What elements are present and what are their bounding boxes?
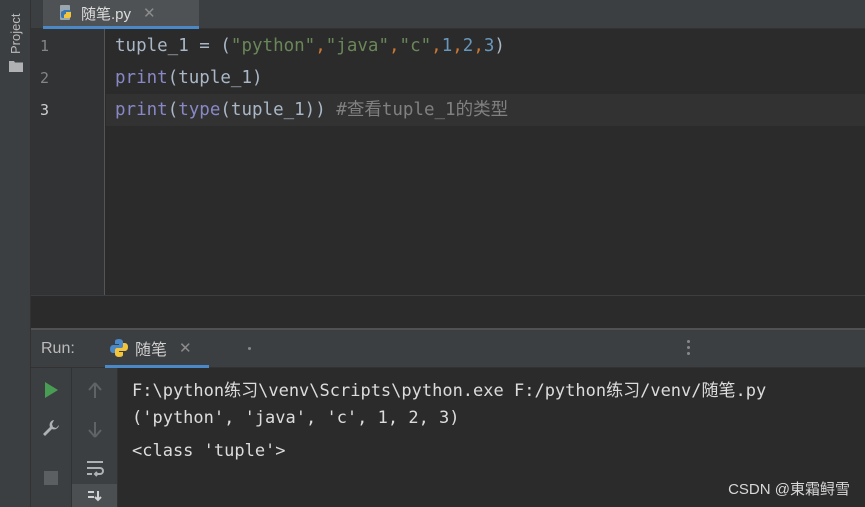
token-number: 2 <box>462 36 474 56</box>
token-string: "java" <box>325 36 389 56</box>
run-toolbar-secondary <box>72 368 118 507</box>
run-tab-close-icon[interactable]: ✕ <box>179 339 192 357</box>
project-tool-button[interactable]: Project <box>8 2 24 54</box>
token-string: "c" <box>399 36 432 56</box>
line-number-current: 3 <box>40 101 50 119</box>
code-editor[interactable]: 1 2 3 tuple_1 = ("python","java","c",1,2… <box>31 29 865 295</box>
token-builtin: type <box>178 100 221 120</box>
editor-tab-bar: 随笔.py ✕ <box>31 0 865 29</box>
options-dot <box>687 352 690 355</box>
arrow-down-icon <box>87 422 102 438</box>
soft-wrap-icon <box>86 461 104 477</box>
watermark-text: CSDN @東霜鲟雪 <box>728 481 850 498</box>
token-args: (tuple_1)) <box>220 100 326 120</box>
tab-close-icon[interactable]: ✕ <box>143 4 156 22</box>
code-line-3[interactable]: print(type(tuple_1)) #查看tuple_1的类型 <box>115 94 508 126</box>
line-number: 2 <box>40 69 50 87</box>
token-builtin: print <box>115 100 168 120</box>
token-comma: , <box>452 36 463 56</box>
soft-wrap-button[interactable] <box>72 450 117 486</box>
rerun-button[interactable] <box>31 372 71 408</box>
run-panel-header: Run: 随笔 ✕ <box>31 330 865 368</box>
console-line: F:\python练习\venv\Scripts\python.exe F:/p… <box>132 381 767 401</box>
token-comment: #查看tuple_1的类型 <box>325 100 509 120</box>
token-identifier: tuple_1 <box>115 36 189 56</box>
token-string: "python" <box>230 36 316 56</box>
python-icon <box>110 338 128 357</box>
token-comma: , <box>315 36 326 56</box>
console-line: ('python', 'java', 'c', 1, 2, 3) <box>132 408 460 428</box>
arrow-up-icon <box>87 382 102 398</box>
folder-icon[interactable] <box>9 60 23 72</box>
token-operator: = ( <box>188 36 231 56</box>
run-icon <box>45 382 58 398</box>
token-paren: ( <box>167 100 179 120</box>
tab-title: 随笔.py <box>81 5 132 23</box>
token-comma: , <box>431 36 442 56</box>
run-toolbar-primary <box>31 368 72 507</box>
code-line-1[interactable]: tuple_1 = ("python","java","c",1,2,3) <box>115 30 505 62</box>
token-number: 3 <box>483 36 495 56</box>
wrench-icon <box>43 420 59 436</box>
line-number-gutter: 1 2 3 <box>31 29 105 295</box>
options-dot <box>687 346 690 349</box>
stop-button[interactable] <box>31 460 71 496</box>
token-builtin: print <box>115 68 168 88</box>
token-comma: , <box>473 36 484 56</box>
scroll-to-end-button[interactable] <box>72 484 117 507</box>
next-occurrence-button[interactable] <box>72 412 117 448</box>
stop-icon <box>44 471 58 485</box>
settings-button[interactable] <box>31 410 71 446</box>
project-tool-strip: Project <box>0 0 31 507</box>
editor-bottom-area <box>31 295 865 328</box>
scroll-to-end-icon <box>87 490 102 501</box>
previous-occurrence-button[interactable] <box>72 372 117 408</box>
line-number: 1 <box>40 37 50 55</box>
token-number: 1 <box>441 36 453 56</box>
run-tab-suibi[interactable]: 随笔 ✕ <box>105 330 209 368</box>
python-file-icon <box>60 5 71 20</box>
run-tab-title: 随笔 <box>135 341 168 359</box>
token-paren: ) <box>494 36 505 56</box>
tab-suibi-py[interactable]: 随笔.py ✕ <box>43 0 199 29</box>
code-line-2[interactable]: print(tuple_1) <box>115 62 263 94</box>
token-comma: , <box>388 36 400 56</box>
options-dot <box>687 340 690 343</box>
run-panel-label: Run: <box>41 340 75 357</box>
console-line: <class 'tuple'> <box>132 441 286 461</box>
separator-dot <box>248 347 251 350</box>
token-args: (tuple_1) <box>167 68 263 88</box>
